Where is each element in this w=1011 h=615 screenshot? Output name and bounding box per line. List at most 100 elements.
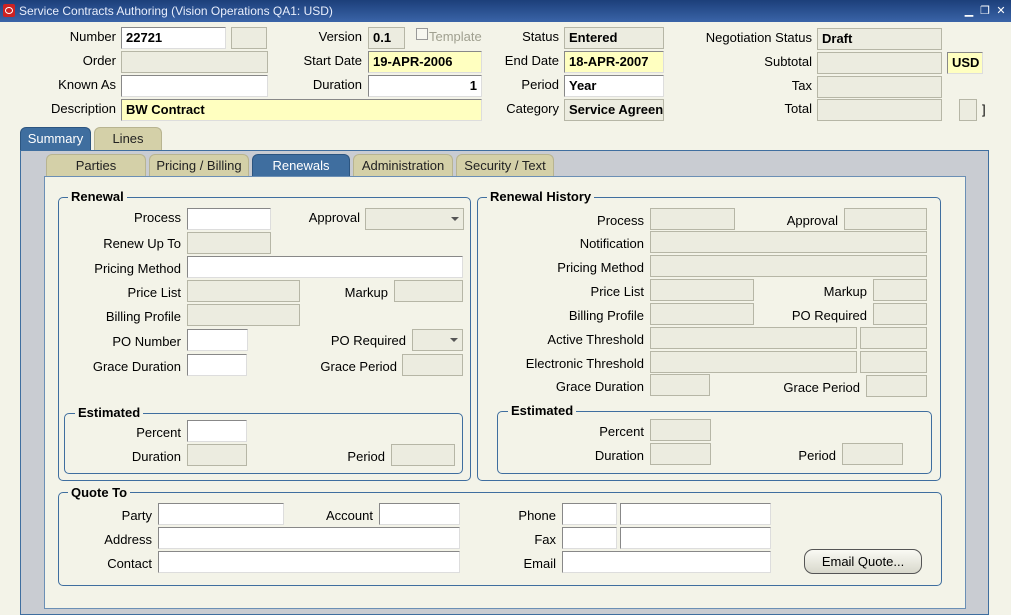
- phone-number-field[interactable]: [620, 503, 771, 525]
- phone-area-field[interactable]: [562, 503, 617, 525]
- renewal-price-list-label: Price List: [127, 285, 181, 300]
- history-notification-field[interactable]: [650, 231, 927, 253]
- template-label: Template: [429, 29, 482, 44]
- tab-parties[interactable]: Parties: [46, 154, 146, 177]
- renewal-billing-profile-label: Billing Profile: [105, 309, 181, 324]
- total-field[interactable]: [817, 99, 942, 121]
- renewal-price-list-field[interactable]: [187, 280, 300, 302]
- history-grace-period-field[interactable]: [866, 375, 927, 397]
- subtotal-field[interactable]: [817, 52, 942, 74]
- party-field[interactable]: [158, 503, 284, 525]
- period-field[interactable]: Year: [564, 75, 664, 97]
- email-field[interactable]: [562, 551, 771, 573]
- active-threshold-label: Active Threshold: [547, 332, 644, 347]
- duration-field[interactable]: 1: [368, 75, 482, 97]
- close-icon[interactable]: ✕: [995, 4, 1007, 17]
- order-label: Order: [82, 53, 116, 68]
- tab-renewals[interactable]: Renewals: [252, 154, 350, 177]
- tab-lines[interactable]: Lines: [94, 127, 162, 150]
- history-price-list-field[interactable]: [650, 279, 754, 301]
- account-label: Account: [326, 508, 373, 523]
- currency-field[interactable]: USD: [947, 52, 983, 74]
- order-field[interactable]: [121, 51, 268, 73]
- tab-security-text[interactable]: Security / Text: [456, 154, 554, 177]
- renewal-pricing-method-field[interactable]: [187, 256, 463, 278]
- renewal-grace-duration-field[interactable]: [187, 354, 247, 376]
- template-checkbox[interactable]: [416, 28, 428, 40]
- history-grace-period-label: Grace Period: [783, 380, 860, 395]
- renewal-billing-profile-field[interactable]: [187, 304, 300, 326]
- category-label: Category: [506, 101, 559, 116]
- history-approval-label: Approval: [786, 213, 838, 228]
- renewal-process-field[interactable]: [187, 208, 271, 230]
- negotiation-status-field[interactable]: Draft: [817, 28, 942, 50]
- renewal-pricing-method-label: Pricing Method: [94, 261, 181, 276]
- version-field[interactable]: 0.1: [368, 27, 405, 49]
- tax-field[interactable]: [817, 76, 942, 98]
- contact-field[interactable]: [158, 551, 460, 573]
- status-field[interactable]: Entered: [564, 27, 664, 49]
- renewal-grace-duration-label: Grace Duration: [92, 359, 181, 374]
- start-date-field[interactable]: 19-APR-2006: [368, 51, 482, 73]
- status-label: Status: [522, 29, 559, 44]
- history-pricing-method-label: Pricing Method: [557, 260, 644, 275]
- history-percent-label: Percent: [599, 424, 644, 439]
- address-field[interactable]: [158, 527, 460, 549]
- number-label: Number: [69, 29, 116, 44]
- total-flag-field[interactable]: [959, 99, 977, 121]
- fax-number-field[interactable]: [620, 527, 771, 549]
- tab-summary[interactable]: Summary: [20, 127, 91, 150]
- renewal-po-required-label: PO Required: [330, 333, 406, 348]
- history-process-field[interactable]: [650, 208, 735, 230]
- history-est-period-field[interactable]: [842, 443, 903, 465]
- renew-up-to-field[interactable]: [187, 232, 271, 254]
- renewal-po-required-select[interactable]: [412, 329, 463, 351]
- history-po-required-field[interactable]: [873, 303, 927, 325]
- renewal-percent-field[interactable]: [187, 420, 247, 442]
- history-approval-field[interactable]: [844, 208, 927, 230]
- history-process-label: Process: [597, 213, 644, 228]
- renewal-est-duration-field[interactable]: [187, 444, 247, 466]
- active-threshold-uom-field[interactable]: [860, 327, 927, 349]
- active-threshold-field[interactable]: [650, 327, 857, 349]
- electronic-threshold-uom-field[interactable]: [860, 351, 927, 373]
- po-number-field[interactable]: [187, 329, 248, 351]
- renewal-est-period-field[interactable]: [391, 444, 455, 466]
- electronic-threshold-label: Electronic Threshold: [525, 356, 644, 371]
- end-date-field[interactable]: 18-APR-2007: [564, 51, 664, 73]
- renewal-approval-select[interactable]: [365, 208, 464, 230]
- history-est-period-label: Period: [798, 448, 836, 463]
- history-markup-field[interactable]: [873, 279, 927, 301]
- end-date-label: End Date: [504, 53, 559, 68]
- number-field[interactable]: 22721: [121, 27, 226, 49]
- renewal-group-title: Renewal: [68, 189, 127, 205]
- renewal-markup-field[interactable]: [394, 280, 463, 302]
- number-suffix-field[interactable]: [231, 27, 267, 49]
- renewal-grace-period-label: Grace Period: [320, 359, 397, 374]
- renewal-approval-label: Approval: [308, 210, 360, 225]
- known-as-label: Known As: [58, 77, 116, 92]
- history-percent-field[interactable]: [650, 419, 711, 441]
- history-estimated-title: Estimated: [508, 403, 577, 419]
- tab-pricing-billing[interactable]: Pricing / Billing: [149, 154, 249, 177]
- category-field[interactable]: Service Agreen: [564, 99, 664, 121]
- history-billing-profile-field[interactable]: [650, 303, 754, 325]
- account-field[interactable]: [379, 503, 460, 525]
- description-field[interactable]: BW Contract: [121, 99, 482, 121]
- minimize-icon[interactable]: ▁: [963, 4, 975, 17]
- tab-administration[interactable]: Administration: [353, 154, 453, 177]
- email-label: Email: [523, 556, 556, 571]
- fax-label: Fax: [534, 532, 556, 547]
- history-pricing-method-field[interactable]: [650, 255, 927, 277]
- renew-up-to-label: Renew Up To: [103, 236, 181, 251]
- known-as-field[interactable]: [121, 75, 268, 97]
- fax-area-field[interactable]: [562, 527, 617, 549]
- oracle-logo-icon: [3, 4, 15, 17]
- maximize-icon[interactable]: ❐: [979, 4, 991, 17]
- duration-label: Duration: [312, 77, 362, 92]
- renewal-grace-period-field[interactable]: [402, 354, 463, 376]
- history-grace-duration-field[interactable]: [650, 374, 710, 396]
- history-est-duration-field[interactable]: [650, 443, 711, 465]
- email-quote-button[interactable]: Email Quote...: [804, 549, 922, 574]
- electronic-threshold-field[interactable]: [650, 351, 857, 373]
